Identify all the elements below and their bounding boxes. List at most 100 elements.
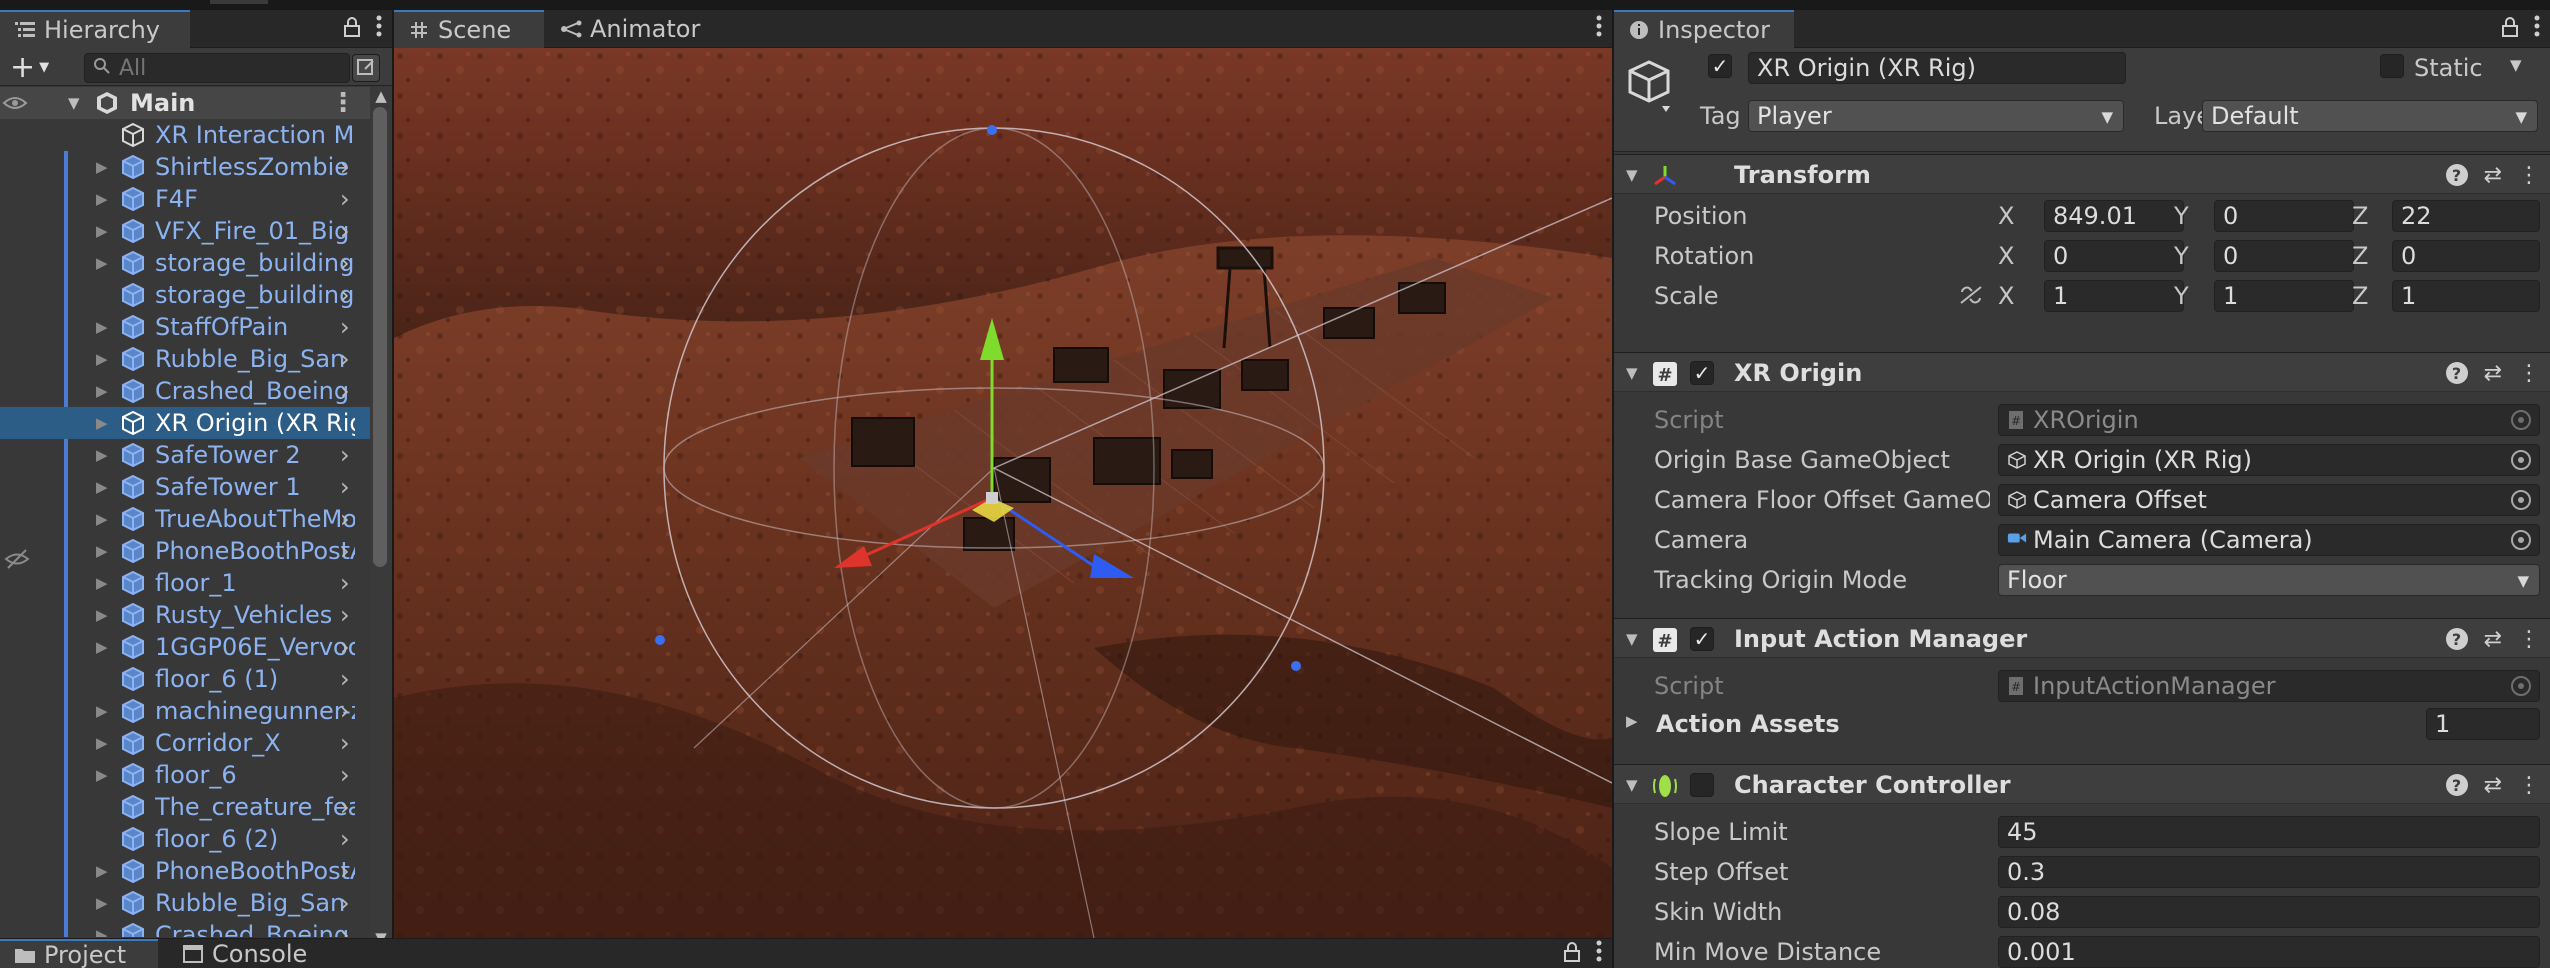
camera-offset-field[interactable]: Camera Offset [1998, 484, 2540, 516]
hierarchy-item[interactable]: ▶ Rusty_Vehicles › [0, 599, 370, 631]
lock-icon[interactable] [344, 15, 360, 43]
x-axis-label[interactable]: X [1998, 242, 2014, 270]
hierarchy-item[interactable]: ▶ Rubble_Big_San › [0, 343, 370, 375]
x-axis-label[interactable]: X [1998, 282, 2014, 310]
input-action-manager-header[interactable]: ▼ # Input Action Manager ? ⇄ ⋮ [1614, 618, 2550, 658]
hierarchy-item[interactable]: ▶ Rubble_Big_San › [0, 887, 370, 919]
scene-row[interactable]: ▼ Main ⋮ [0, 87, 370, 119]
fold-arrow-icon[interactable]: ▼ [1626, 353, 1638, 393]
open-prefab-icon[interactable]: › [340, 183, 350, 215]
hierarchy-item[interactable]: ▶ machinegunner-z › [0, 695, 370, 727]
expand-arrow-icon[interactable]: ▶ [96, 727, 112, 759]
y-axis-label[interactable]: Y [2174, 242, 2189, 270]
hierarchy-item[interactable]: ▶ storage_building › [0, 247, 370, 279]
rotation-z-field[interactable]: 0 [2392, 240, 2540, 272]
hierarchy-scrollbar[interactable]: ▲ ▼ [370, 87, 392, 947]
y-axis-label[interactable]: Y [2174, 202, 2189, 230]
expand-arrow-icon[interactable]: ▼ [68, 87, 84, 119]
kebab-menu-icon[interactable] [1596, 15, 1602, 43]
kebab-menu-icon[interactable] [2534, 15, 2540, 43]
object-picker-icon[interactable] [2511, 530, 2531, 550]
open-prefab-icon[interactable]: › [340, 887, 350, 919]
open-prefab-icon[interactable]: › [340, 599, 350, 631]
expand-arrow-icon[interactable]: ▶ [96, 503, 112, 535]
open-prefab-icon[interactable]: › [340, 663, 350, 695]
layer-dropdown[interactable]: Default ▼ [2202, 100, 2538, 132]
open-prefab-icon[interactable]: › [340, 535, 350, 567]
kebab-menu-icon[interactable]: ⋮ [2518, 163, 2540, 188]
hierarchy-item[interactable]: ▶ Crashed_Boeing › [0, 375, 370, 407]
scrollbar-thumb[interactable] [373, 107, 387, 567]
transform-header[interactable]: ▼ Transform ? ⇄ ⋮ [1614, 154, 2550, 194]
expand-arrow-icon[interactable]: ▶ [1626, 712, 1638, 730]
fold-arrow-icon[interactable]: ▼ [1626, 765, 1638, 805]
active-checkbox[interactable] [1708, 54, 1732, 78]
tab-hierarchy[interactable]: Hierarchy [0, 10, 190, 48]
open-prefab-icon[interactable]: › [340, 439, 350, 471]
tab-animator[interactable]: Animator [546, 10, 706, 48]
hierarchy-item[interactable]: ▶ PhoneBoothPostA › [0, 535, 370, 567]
kebab-menu-icon[interactable]: ⋮ [2518, 627, 2540, 652]
rotation-y-field[interactable]: 0 [2214, 240, 2354, 272]
tab-project[interactable]: Project [0, 939, 158, 968]
open-prefab-icon[interactable]: › [340, 919, 350, 937]
gameobject-cube-icon[interactable] [1626, 58, 1672, 112]
scale-y-field[interactable]: 1 [2214, 280, 2354, 312]
slope-limit-field[interactable]: 45 [1998, 816, 2540, 848]
expand-arrow-icon[interactable]: ▶ [96, 919, 112, 937]
kebab-menu-icon[interactable] [376, 15, 382, 43]
open-prefab-icon[interactable]: › [340, 823, 350, 855]
lock-icon[interactable] [1564, 940, 1580, 968]
object-picker-icon[interactable] [2511, 450, 2531, 470]
scale-x-field[interactable]: 1 [2044, 280, 2184, 312]
expand-arrow-icon[interactable]: ▶ [96, 855, 112, 887]
help-icon[interactable]: ? [2445, 362, 2468, 384]
constrain-proportions-icon[interactable] [1958, 284, 1984, 312]
open-prefab-icon[interactable]: › [340, 279, 350, 311]
tag-dropdown[interactable]: Player ▼ [1748, 100, 2124, 132]
expand-arrow-icon[interactable]: ▶ [96, 439, 112, 471]
presets-icon[interactable]: ⇄ [2484, 361, 2502, 386]
step-offset-field[interactable]: 0.3 [1998, 856, 2540, 888]
fold-arrow-icon[interactable]: ▼ [1626, 619, 1638, 659]
expand-arrow-icon[interactable]: ▶ [96, 631, 112, 663]
character-controller-header[interactable]: ▼ Character Controller ? ⇄ ⋮ [1614, 764, 2550, 804]
open-prefab-icon[interactable]: › [340, 727, 350, 759]
expand-arrow-icon[interactable]: ▶ [96, 151, 112, 183]
hierarchy-item[interactable]: ▶ PhoneBoothPostA › [0, 855, 370, 887]
hierarchy-item[interactable]: ▶ XR Origin (XR Rig) [0, 407, 370, 439]
expand-arrow-icon[interactable]: ▶ [96, 343, 112, 375]
xr-origin-enabled-checkbox[interactable] [1690, 361, 1714, 385]
tab-scene[interactable]: Scene [394, 10, 544, 48]
open-prefab-icon[interactable]: › [340, 631, 350, 663]
z-axis-label[interactable]: Z [2352, 202, 2368, 230]
hierarchy-item[interactable]: ▶ ShirtlessZombie › [0, 151, 370, 183]
input-action-manager-enabled-checkbox[interactable] [1690, 627, 1714, 651]
gizmo-center[interactable] [986, 492, 998, 504]
open-prefab-icon[interactable]: › [340, 151, 350, 183]
visibility-icon[interactable] [0, 87, 30, 119]
open-prefab-icon[interactable]: › [340, 375, 350, 407]
expand-arrow-icon[interactable]: ▶ [96, 311, 112, 343]
open-prefab-icon[interactable]: › [340, 503, 350, 535]
hierarchy-item[interactable]: ▶ Crashed_Boeing › [0, 919, 370, 937]
position-y-field[interactable]: 0 [2214, 200, 2354, 232]
action-assets-size-field[interactable]: 1 [2426, 708, 2540, 740]
presets-icon[interactable]: ⇄ [2484, 627, 2502, 652]
scene-viewport[interactable] [394, 48, 1612, 938]
expand-arrow-icon[interactable]: ▶ [96, 183, 112, 215]
origin-base-field[interactable]: XR Origin (XR Rig) [1998, 444, 2540, 476]
static-dropdown-icon[interactable]: ▼ [2510, 56, 2522, 74]
hierarchy-item[interactable]: ▶ 1GGP06E_Vervoor › [0, 631, 370, 663]
scene-render[interactable] [394, 48, 1612, 938]
open-prefab-icon[interactable]: › [340, 343, 350, 375]
help-icon[interactable]: ? [2445, 164, 2468, 186]
hierarchy-item[interactable]: floor_6 (1) › [0, 663, 370, 695]
tab-inspector[interactable]: Inspector [1614, 10, 1794, 48]
hierarchy-item[interactable]: ▶ SafeTower 1 › [0, 471, 370, 503]
hierarchy-item[interactable]: ▶ floor_1 › [0, 567, 370, 599]
kebab-menu-icon[interactable]: ⋮ [2518, 773, 2540, 798]
skin-width-field[interactable]: 0.08 [1998, 896, 2540, 928]
hierarchy-item[interactable]: ▶ TrueAboutTheMod › [0, 503, 370, 535]
bounds-handle[interactable] [987, 125, 997, 135]
